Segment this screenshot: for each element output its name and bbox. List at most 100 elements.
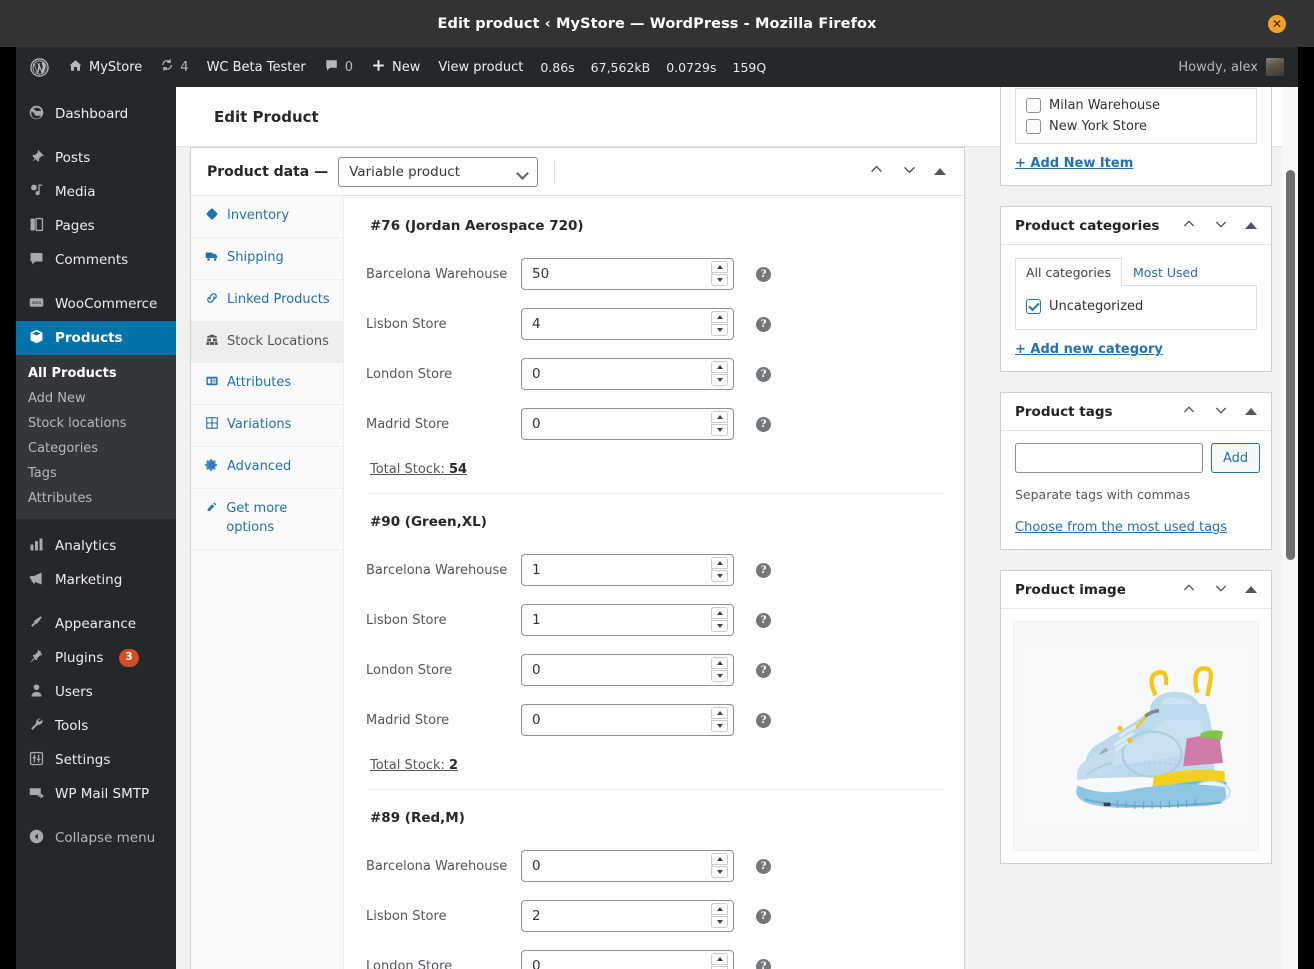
add-new-item-link[interactable]: + Add New Item [1015, 156, 1133, 171]
spinner-up-button[interactable] [711, 411, 728, 423]
spinner-up-button[interactable] [711, 903, 728, 915]
sidebar-item-comments[interactable]: Comments [16, 243, 176, 277]
help-icon[interactable]: ? [756, 416, 771, 432]
site-name-menu[interactable]: MyStore [59, 47, 151, 87]
product-type-select[interactable]: Variable product [338, 156, 539, 187]
stock-qty-input[interactable] [521, 654, 734, 686]
tag-input[interactable] [1015, 443, 1203, 473]
tab-attributes[interactable]: Attributes [191, 363, 343, 406]
stock-qty-input[interactable] [521, 850, 734, 882]
sidebar-item-products[interactable]: Products [16, 321, 176, 355]
spinner-up-button[interactable] [711, 657, 728, 669]
product-image-thumbnail[interactable] [1013, 621, 1259, 851]
tab-linked-products[interactable]: Linked Products [191, 280, 343, 322]
checklist-item[interactable]: Milan Warehouse [1026, 95, 1246, 116]
help-icon[interactable]: ? [756, 662, 771, 678]
tab-most-used[interactable]: Most Used [1122, 258, 1209, 286]
add-tag-button[interactable]: Add [1211, 443, 1261, 473]
move-down-icon[interactable] [901, 161, 918, 182]
help-icon[interactable]: ? [756, 366, 771, 382]
sidebar-item-woocommerce[interactable]: woo WooCommerce [16, 287, 176, 321]
stock-qty-input[interactable] [521, 704, 734, 736]
help-icon[interactable]: ? [756, 958, 771, 969]
spinner-up-button[interactable] [711, 707, 728, 719]
submenu-item-attributes[interactable]: Attributes [16, 486, 176, 511]
collapse-toggle-icon[interactable] [1245, 408, 1257, 415]
wordpress-logo-icon[interactable] [16, 47, 59, 87]
collapse-toggle-icon[interactable] [934, 168, 946, 175]
tab-all-categories[interactable]: All categories [1015, 258, 1122, 286]
stock-qty-input[interactable] [521, 950, 734, 969]
move-up-icon[interactable] [1181, 216, 1197, 236]
collapse-toggle-icon[interactable] [1245, 586, 1257, 593]
sidebar-item-media[interactable]: Media [16, 175, 176, 209]
collapse-toggle-icon[interactable] [1245, 222, 1257, 229]
sidebar-item-collapse-menu[interactable]: Collapse menu [16, 821, 176, 855]
spinner-down-button[interactable] [711, 424, 728, 436]
submenu-item-stock-locations[interactable]: Stock locations [16, 411, 176, 436]
move-up-icon[interactable] [1181, 580, 1197, 600]
submenu-item-all-products[interactable]: All Products [16, 361, 176, 386]
checkbox-uncategorized[interactable] [1026, 299, 1041, 314]
most-used-tags-link[interactable]: Choose from the most used tags [1015, 520, 1227, 535]
spinner-up-button[interactable] [711, 261, 728, 273]
stock-qty-input[interactable] [521, 900, 734, 932]
spinner-up-button[interactable] [711, 557, 728, 569]
help-icon[interactable]: ? [756, 562, 771, 578]
stock-qty-input[interactable] [521, 604, 734, 636]
spinner-down-button[interactable] [711, 274, 728, 286]
add-new-category-link[interactable]: + Add new category [1015, 342, 1163, 357]
sidebar-item-settings[interactable]: Settings [16, 743, 176, 777]
spinner-down-button[interactable] [711, 916, 728, 928]
move-down-icon[interactable] [1213, 216, 1229, 236]
sidebar-item-pages[interactable]: Pages [16, 209, 176, 243]
stock-qty-input[interactable] [521, 554, 734, 586]
sidebar-item-marketing[interactable]: Marketing [16, 563, 176, 597]
checkbox-new-york-store[interactable] [1026, 119, 1041, 134]
spinner-up-button[interactable] [711, 311, 728, 323]
tab-stock-locations[interactable]: Stock Locations [191, 321, 343, 364]
tab-advanced[interactable]: Advanced [191, 447, 343, 489]
submenu-item-categories[interactable]: Categories [16, 436, 176, 461]
spinner-up-button[interactable] [711, 361, 728, 373]
help-icon[interactable]: ? [756, 712, 771, 728]
move-up-icon[interactable] [1181, 402, 1197, 422]
spinner-up-button[interactable] [711, 953, 728, 965]
stock-qty-input[interactable] [521, 258, 734, 290]
comments-menu[interactable]: 0 [315, 47, 362, 87]
checkbox-milan-warehouse[interactable] [1026, 98, 1041, 113]
help-icon[interactable]: ? [756, 858, 771, 874]
updates-menu[interactable]: 4 [151, 47, 197, 87]
sidebar-item-analytics[interactable]: Analytics [16, 529, 176, 563]
move-up-icon[interactable] [868, 161, 885, 182]
move-down-icon[interactable] [1213, 580, 1229, 600]
stock-qty-input[interactable] [521, 358, 734, 390]
help-icon[interactable]: ? [756, 266, 771, 282]
submenu-item-add-new[interactable]: Add New [16, 386, 176, 411]
stock-qty-input[interactable] [521, 308, 734, 340]
sidebar-item-appearance[interactable]: Appearance [16, 607, 176, 641]
spinner-down-button[interactable] [711, 324, 728, 336]
move-down-icon[interactable] [1213, 402, 1229, 422]
account-menu[interactable]: Howdy, alex [1178, 58, 1298, 76]
help-icon[interactable]: ? [756, 612, 771, 628]
close-icon[interactable]: ✕ [1268, 14, 1286, 33]
browser-scrollbar-thumb[interactable] [1286, 170, 1295, 560]
spinner-down-button[interactable] [711, 374, 728, 386]
tab-variations[interactable]: Variations [191, 405, 343, 448]
wc-beta-tester-menu[interactable]: WC Beta Tester [198, 47, 315, 87]
sidebar-item-tools[interactable]: Tools [16, 709, 176, 743]
spinner-down-button[interactable] [711, 720, 728, 732]
spinner-down-button[interactable] [711, 866, 728, 878]
help-icon[interactable]: ? [756, 908, 771, 924]
sidebar-item-wp-mail-smtp[interactable]: WP Mail SMTP [16, 777, 176, 811]
spinner-down-button[interactable] [711, 570, 728, 582]
sidebar-item-users[interactable]: Users [16, 675, 176, 709]
new-content-menu[interactable]: New [362, 47, 429, 87]
spinner-up-button[interactable] [711, 607, 728, 619]
spinner-up-button[interactable] [711, 853, 728, 865]
checklist-item[interactable]: New York Store [1026, 116, 1246, 137]
category-item[interactable]: Uncategorized [1026, 296, 1246, 317]
tab-get-more-options[interactable]: Get more options [191, 489, 343, 550]
sidebar-item-dashboard[interactable]: Dashboard [16, 97, 176, 131]
